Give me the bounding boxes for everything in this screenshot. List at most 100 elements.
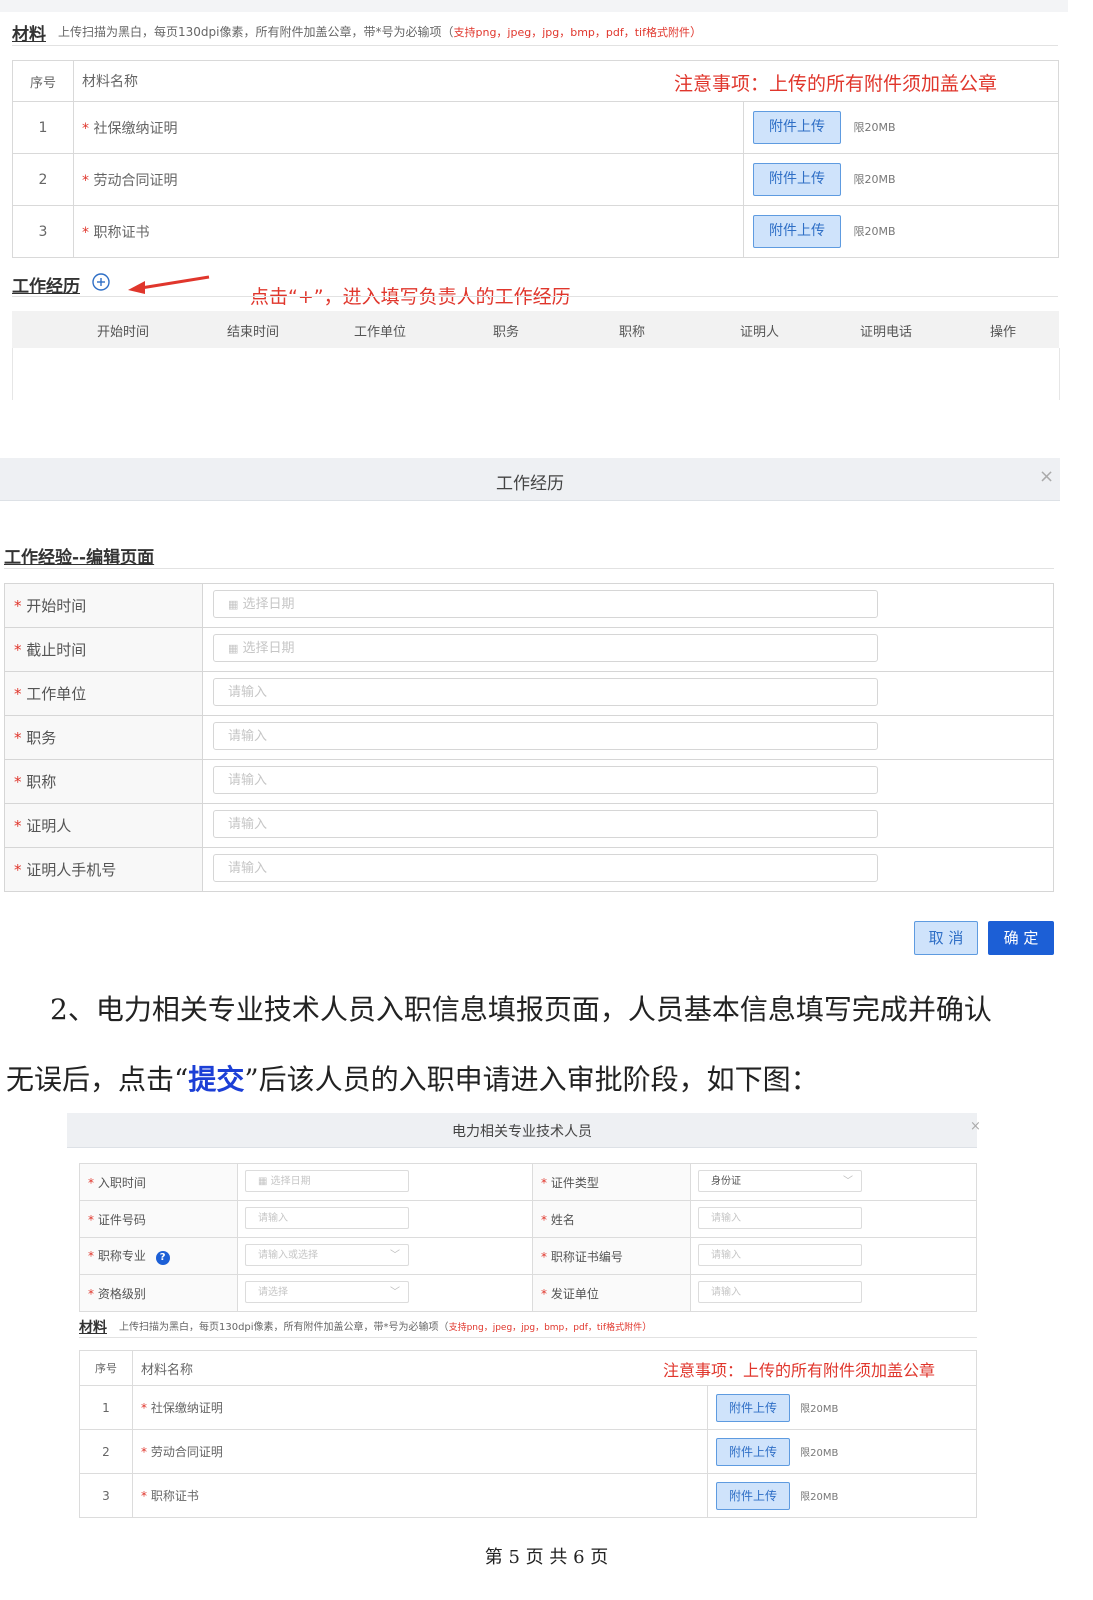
title-major-select[interactable]: 请输入或选择 ﹀ <box>245 1244 409 1266</box>
form-row: * 开始时间 ▦ 选择日期 <box>4 583 1054 628</box>
work-unit-input[interactable]: 请输入 <box>213 678 878 706</box>
materials-note-end: ） <box>642 1322 653 1333</box>
position-input[interactable]: 请输入 <box>213 722 878 750</box>
bottom-materials-title: 材料 <box>79 1320 107 1336</box>
materials-note-formats: 支持png，jpeg，jpg，bmp，pdf，tif格式附件 <box>453 26 690 39</box>
upload-button[interactable]: 附件上传 <box>716 1481 790 1510</box>
name-input[interactable]: 请输入 <box>698 1207 862 1229</box>
form-row: * 截止时间 ▦ 选择日期 <box>4 627 1054 672</box>
field-label-text: 职称 <box>26 773 57 791</box>
paragraph-text: 无误后，点击“ <box>6 1063 189 1096</box>
materials-title: 材料 <box>12 25 46 45</box>
table-row: 3 * 职称证书 附件上传 限20MB <box>12 205 1059 258</box>
row-name: * 社保缴纳证明 <box>132 1385 708 1430</box>
cancel-button[interactable]: 取 消 <box>914 921 978 955</box>
paragraph-text: ”后该人员的入职申请进入审批阶段，如下图： <box>244 1063 819 1096</box>
qualification-level-select[interactable]: 请选择 ﹀ <box>245 1281 409 1303</box>
field-cell: ▦ 选择日期 <box>202 627 1054 672</box>
field-cell: 请输入或选择 ﹀ <box>237 1237 533 1275</box>
field-cell: 请输入 <box>202 847 1054 892</box>
form-row: * 职称专业 ? 请输入或选择 ﹀ * 职称证书编号 请输入 <box>79 1237 977 1275</box>
confirm-button[interactable]: 确 定 <box>988 921 1054 955</box>
divider <box>79 1337 977 1338</box>
issuing-unit-input[interactable]: 请输入 <box>698 1281 862 1303</box>
help-icon[interactable]: ? <box>155 1251 170 1265</box>
personnel-info-form: * 入职时间 ▦ 选择日期 * 证件类型 身份证 ﹀ * 证件号码 请输入 * 姓… <box>79 1163 977 1312</box>
upload-button[interactable]: 附件上传 <box>753 215 841 248</box>
row-index: 1 <box>12 101 74 154</box>
field-label: * 职称证书编号 <box>532 1237 691 1275</box>
materials-table: 序号 材料名称 注意事项：上传的所有附件须加盖公章 1 * 社保缴纳证明 附件上… <box>12 60 1059 258</box>
bottom-modal-header: 电力相关专业技术人员 × <box>67 1113 981 1148</box>
col-header: 结束时间 <box>227 325 280 340</box>
row-actions: 附件上传 限20MB <box>743 205 1059 258</box>
plus-circle-icon[interactable] <box>92 273 110 291</box>
form-row: * 职务 请输入 <box>4 715 1054 760</box>
size-limit: 限20MB <box>853 121 896 134</box>
upload-button[interactable]: 附件上传 <box>753 163 841 196</box>
row-index: 3 <box>12 205 74 258</box>
size-limit: 限20MB <box>800 1403 839 1415</box>
col-header: 证明人 <box>740 325 780 340</box>
upload-button[interactable]: 附件上传 <box>753 111 841 144</box>
title-input[interactable]: 请输入 <box>213 766 878 794</box>
col-header: 开始时间 <box>97 325 150 340</box>
col-header: 工作单位 <box>354 325 407 340</box>
bottom-materials-note: 上传扫描为黑白，每页130dpi像素，所有附件加盖公章，带*号为必输项（支持pn… <box>119 1318 652 1333</box>
paragraph-line-2: 无误后，点击“提交”后该人员的入职申请进入审批阶段，如下图： <box>6 1058 819 1098</box>
chevron-down-icon: ﹀ <box>843 1176 853 1187</box>
field-label: * 证件号码 <box>79 1200 238 1238</box>
upload-button[interactable]: 附件上传 <box>716 1437 790 1466</box>
materials-note-formats: 支持png，jpeg，jpg，bmp，pdf，tif格式附件 <box>448 1323 643 1333</box>
placeholder: 选择日期 <box>242 641 295 656</box>
witness-input[interactable]: 请输入 <box>213 810 878 838</box>
id-type-select[interactable]: 身份证 ﹀ <box>698 1170 862 1192</box>
row-actions: 附件上传 限20MB <box>743 153 1059 206</box>
col-index-header: 序号 <box>12 60 74 102</box>
form-row: * 入职时间 ▦ 选择日期 * 证件类型 身份证 ﹀ <box>79 1163 977 1201</box>
size-limit: 限20MB <box>853 225 896 238</box>
materials-note-text: 上传扫描为黑白，每页130dpi像素，所有附件加盖公章，带*号为必输项（ <box>58 25 454 39</box>
field-label: * 证明人手机号 <box>4 847 203 892</box>
required-star: * <box>82 172 89 189</box>
field-label-text: 截止时间 <box>26 641 87 659</box>
row-name: * 劳动合同证明 <box>132 1429 708 1474</box>
field-label: * 入职时间 <box>79 1163 238 1201</box>
placeholder: 选择日期 <box>242 597 295 612</box>
bottom-modal-title: 电力相关专业技术人员 <box>452 1124 592 1140</box>
entry-date-picker[interactable]: ▦ 选择日期 <box>245 1170 409 1192</box>
witness-phone-input[interactable]: 请输入 <box>213 854 878 882</box>
field-label: * 证明人 <box>4 803 203 848</box>
row-index: 2 <box>12 153 74 206</box>
top-strip <box>0 0 1068 12</box>
submit-link-text: 提交 <box>188 1063 245 1096</box>
required-star: * <box>82 224 89 241</box>
bottom-materials-table: 序号 材料名称 注意事项：上传的所有附件须加盖公章 1 * 社保缴纳证明 附件上… <box>79 1350 977 1518</box>
modal-title: 工作经历 <box>496 474 564 494</box>
upload-button[interactable]: 附件上传 <box>716 1393 790 1422</box>
certificate-number-input[interactable]: 请输入 <box>698 1244 862 1266</box>
start-date-picker[interactable]: ▦ 选择日期 <box>213 590 878 618</box>
work-history-empty-body <box>12 348 1060 400</box>
end-date-picker[interactable]: ▦ 选择日期 <box>213 634 878 662</box>
col-index-header: 序号 <box>79 1350 133 1386</box>
close-icon[interactable]: × <box>1039 466 1054 487</box>
divider <box>12 45 1058 46</box>
chevron-down-icon: ﹀ <box>390 1250 400 1261</box>
row-index: 1 <box>79 1385 133 1430</box>
material-name: 社保缴纳证明 <box>93 120 178 137</box>
placeholder: 请选择 <box>258 1287 288 1298</box>
edit-section-title: 工作经验--编辑页面 <box>4 548 155 568</box>
close-icon[interactable]: × <box>970 1119 981 1134</box>
field-cell: 请输入 <box>690 1237 977 1275</box>
col-name-label: 材料名称 <box>141 1362 194 1378</box>
size-limit: 限20MB <box>800 1447 839 1459</box>
calendar-icon: ▦ <box>258 1176 268 1187</box>
col-header: 职务 <box>493 325 520 340</box>
id-number-input[interactable]: 请输入 <box>245 1207 409 1229</box>
form-row: * 证件号码 请输入 * 姓名 请输入 <box>79 1200 977 1238</box>
col-name-header: 材料名称 注意事项：上传的所有附件须加盖公章 <box>73 60 1059 102</box>
field-cell: 请输入 <box>690 1200 977 1238</box>
col-header: 职称 <box>619 325 646 340</box>
form-row: * 证明人手机号 请输入 <box>4 847 1054 892</box>
